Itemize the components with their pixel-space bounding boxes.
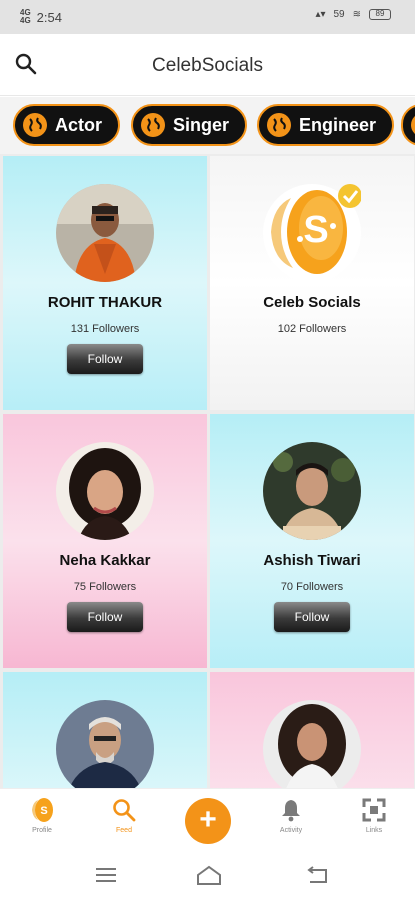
home-icon[interactable] xyxy=(195,864,223,886)
celeb-card[interactable]: S Celeb Socials 102 Followers xyxy=(210,156,414,410)
battery-icon: 89 xyxy=(369,9,391,20)
profile-logo-icon: S xyxy=(32,798,53,822)
avatar xyxy=(56,184,154,282)
status-bar: 4G 4G 2:54 ▴▾ 59 ≋ 89 xyxy=(0,0,415,34)
status-left: 4G 4G 2:54 xyxy=(20,9,62,25)
category-bar: Actor Singer Engineer xyxy=(0,97,415,154)
category-label: Actor xyxy=(55,114,103,135)
nav-label: Profile xyxy=(32,827,52,834)
avatar xyxy=(263,700,361,788)
data-speed: ▴▾ xyxy=(315,9,326,20)
celeb-name: Neha Kakkar xyxy=(59,552,151,569)
category-chip-more[interactable] xyxy=(401,104,415,146)
follow-button[interactable]: Follow xyxy=(67,344,143,374)
app-header: CelebSocials xyxy=(0,34,415,96)
expand-icon xyxy=(362,798,386,822)
follower-count: 75 Followers xyxy=(73,581,137,593)
celeb-name: Ashish Tiwari xyxy=(263,552,361,569)
celeb-card[interactable]: Ashish Tiwari 70 Followers Follow xyxy=(210,414,414,668)
avatar xyxy=(56,442,154,540)
nav-feed[interactable]: Feed xyxy=(94,797,154,834)
system-nav-bar xyxy=(0,850,415,900)
celeb-card[interactable]: Neha Kakkar 75 Followers Follow xyxy=(3,414,207,668)
status-right: ▴▾ 59 ≋ 89 xyxy=(315,9,391,20)
category-chip-engineer[interactable]: Engineer xyxy=(257,104,395,146)
nav-links[interactable]: Links xyxy=(344,797,404,834)
nav-label: Activity xyxy=(279,827,303,834)
bottom-nav: S Profile Feed + Activity Links xyxy=(0,788,415,850)
search-icon xyxy=(113,799,136,822)
follow-button[interactable]: Follow xyxy=(67,602,143,632)
svg-text:S: S xyxy=(40,805,47,817)
celeb-name: ROHIT THAKUR xyxy=(47,294,163,311)
follow-button[interactable]: Follow xyxy=(274,602,350,632)
nav-label: Feed xyxy=(116,827,132,834)
category-chip-singer[interactable]: Singer xyxy=(131,104,248,146)
category-label: Singer xyxy=(173,114,230,135)
avatar xyxy=(263,442,361,540)
celeb-card[interactable] xyxy=(210,672,414,788)
globe-icon xyxy=(411,113,415,137)
avatar xyxy=(56,700,154,788)
svg-text:S: S xyxy=(303,209,328,251)
speed-value: 59 xyxy=(333,9,345,20)
celeb-name: Celeb Socials xyxy=(263,294,361,311)
nav-label: Links xyxy=(365,827,383,834)
follower-count: 131 Followers xyxy=(70,323,140,335)
celeb-card[interactable]: ROHIT THAKUR 131 Followers Follow xyxy=(3,156,207,410)
celeb-card[interactable] xyxy=(3,672,207,788)
bell-icon xyxy=(282,800,300,822)
signal-indicator: 4G 4G xyxy=(20,8,31,25)
category-chip-actor[interactable]: Actor xyxy=(13,104,121,146)
nav-activity[interactable]: Activity xyxy=(261,797,321,834)
wifi-icon: ≋ xyxy=(352,9,361,20)
globe-icon xyxy=(267,113,291,137)
follower-count: 102 Followers xyxy=(277,323,347,335)
back-icon[interactable] xyxy=(304,864,330,886)
celeb-grid: ROHIT THAKUR 131 Followers Follow S Cele… xyxy=(0,154,415,788)
follower-count: 70 Followers xyxy=(280,581,344,593)
globe-icon xyxy=(23,113,47,137)
globe-icon xyxy=(141,113,165,137)
nav-profile[interactable]: S Profile xyxy=(12,797,72,834)
add-button[interactable]: + xyxy=(185,798,231,844)
status-time: 2:54 xyxy=(36,9,62,25)
menu-icon[interactable] xyxy=(93,864,119,886)
celeb-socials-logo: S xyxy=(263,184,362,282)
category-label: Engineer xyxy=(299,114,377,135)
app-title: CelebSocials xyxy=(152,55,263,76)
